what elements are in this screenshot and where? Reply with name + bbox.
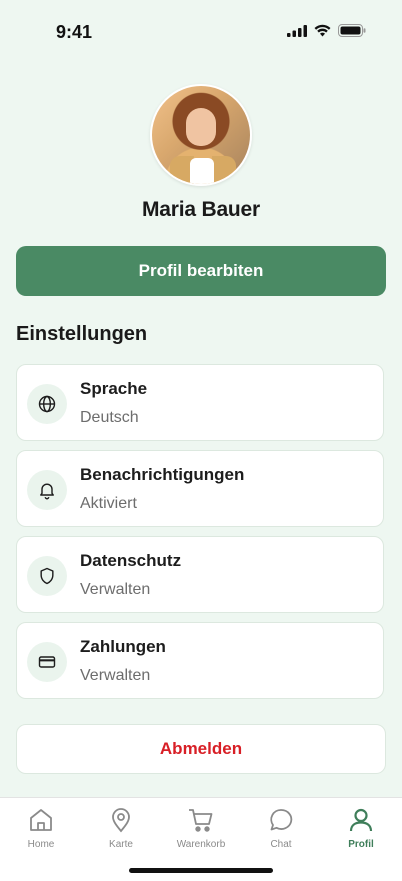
setting-label: Zahlungen	[80, 637, 166, 656]
setting-value: Deutsch	[80, 409, 139, 426]
tab-label: Profil	[348, 839, 374, 850]
setting-label: Benachrichtigungen	[80, 465, 245, 484]
cart-icon	[161, 806, 241, 834]
shield-icon	[27, 556, 67, 596]
settings-list: Sprache Deutsch Benachrichtigungen Aktiv…	[16, 364, 384, 708]
status-icons	[287, 24, 366, 37]
battery-icon	[338, 24, 366, 37]
setting-item-language[interactable]: Sprache Deutsch	[16, 364, 384, 441]
globe-icon	[27, 384, 67, 424]
tab-label: Karte	[109, 839, 133, 850]
profile-header: Maria Bauer	[0, 84, 402, 222]
tab-map[interactable]: Karte	[81, 806, 161, 850]
edit-profile-button[interactable]: Profil bearbiten	[16, 246, 386, 296]
setting-item-privacy[interactable]: Datenschutz Verwalten	[16, 536, 384, 613]
wifi-icon	[314, 24, 331, 37]
status-bar: 9:41	[0, 0, 402, 60]
setting-item-notifications[interactable]: Benachrichtigungen Aktiviert	[16, 450, 384, 527]
setting-value: Verwalten	[80, 667, 151, 684]
tab-label: Home	[27, 839, 55, 850]
tab-chat[interactable]: Chat	[241, 806, 321, 850]
status-time: 9:41	[56, 22, 93, 42]
credit-card-icon	[27, 642, 67, 682]
chat-bubble-icon	[241, 806, 321, 834]
profile-name: Maria Bauer	[141, 198, 261, 221]
setting-label: Datenschutz	[80, 551, 182, 570]
tab-profile[interactable]: Profil	[321, 806, 401, 850]
bell-icon	[27, 470, 67, 510]
tab-label: Chat	[270, 839, 292, 850]
tab-home[interactable]: Home	[1, 806, 81, 850]
signal-icon	[287, 24, 307, 37]
home-icon	[1, 806, 81, 834]
tab-label: Warenkorb	[176, 839, 226, 850]
settings-title: Einstellungen	[16, 323, 148, 345]
home-indicator	[129, 868, 273, 873]
tab-cart[interactable]: Warenkorb	[161, 806, 241, 850]
avatar[interactable]	[150, 84, 252, 186]
setting-value: Aktiviert	[80, 495, 137, 512]
logout-button[interactable]: Abmelden	[16, 724, 386, 774]
user-icon	[321, 806, 401, 834]
setting-value: Verwalten	[80, 581, 151, 598]
setting-item-payments[interactable]: Zahlungen Verwalten	[16, 622, 384, 699]
setting-label: Sprache	[80, 379, 148, 398]
map-pin-icon	[81, 806, 161, 834]
